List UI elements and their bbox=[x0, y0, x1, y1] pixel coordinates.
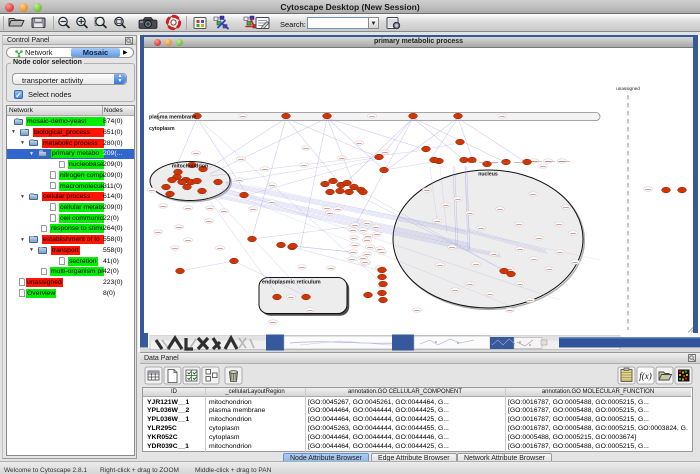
svg-text:nucleus: nucleus bbox=[478, 172, 498, 178]
svg-text:mitochondrion: mitochondrion bbox=[172, 164, 208, 170]
svg-text:unassigned: unassigned bbox=[616, 86, 640, 91]
svg-text:cytoplasm: cytoplasm bbox=[149, 126, 175, 132]
svg-text:plasma membrane: plasma membrane bbox=[149, 115, 196, 121]
svg-text:f(x): f(x) bbox=[639, 371, 652, 381]
svg-text:endoplasmic reticulum: endoplasmic reticulum bbox=[262, 280, 321, 286]
